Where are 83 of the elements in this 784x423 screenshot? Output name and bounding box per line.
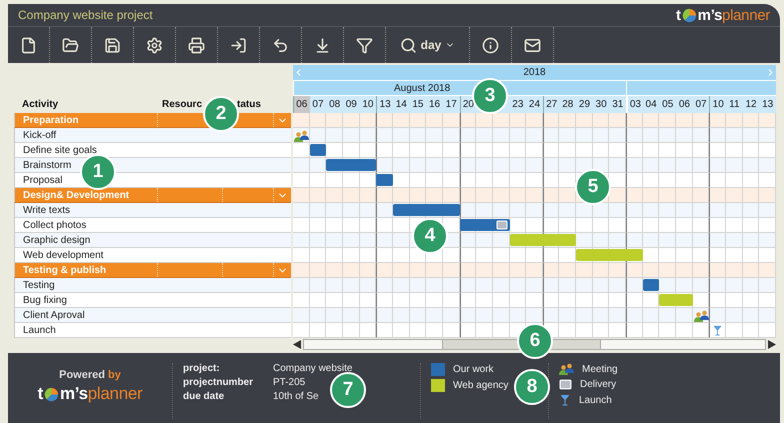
day-header: 29	[576, 96, 593, 113]
day-header: 03	[626, 96, 643, 113]
legend-label: Launch	[579, 394, 612, 406]
powered-by-text: Powered by	[59, 369, 121, 381]
window-title: Company website project	[18, 8, 153, 22]
envelope-icon	[496, 219, 508, 231]
people-icon	[559, 363, 574, 375]
task-name: Launch	[22, 324, 56, 336]
day-header: 16	[426, 96, 443, 113]
day-header: 07	[310, 96, 326, 113]
day-header: 05	[659, 96, 676, 113]
group-name: Testing & publish	[22, 264, 108, 276]
day-header: 12	[742, 96, 760, 113]
day-header: 24	[526, 96, 543, 113]
info-label: due date	[183, 391, 226, 402]
group-row[interactable]: Testing & publish	[14, 263, 291, 278]
info-value: Company website	[273, 363, 352, 374]
enter-icon	[230, 36, 247, 54]
scroll-right-icon[interactable]	[768, 340, 776, 348]
legend-label: Our work	[453, 364, 494, 375]
day-header: 08	[326, 96, 343, 113]
group-name: Design& Development	[22, 190, 130, 200]
day-header: 10	[709, 96, 726, 113]
scroll-left-icon[interactable]	[293, 340, 301, 348]
day-header: 11	[726, 96, 743, 113]
day-header: 10	[360, 96, 376, 113]
printer-icon	[188, 36, 205, 54]
task-name: Client Aproval	[22, 310, 85, 320]
arrow-down-icon	[314, 36, 331, 54]
column-header: Activity	[21, 99, 60, 110]
day-header: 17	[442, 96, 460, 113]
day-header: 14	[392, 96, 410, 113]
group-row[interactable]: Design& Development	[14, 188, 291, 203]
envelope-icon	[559, 378, 572, 391]
legend-label: Delivery	[580, 379, 616, 390]
day-header: 06	[293, 96, 310, 113]
task-bar[interactable]	[460, 219, 510, 231]
task-name: Web development	[22, 250, 104, 260]
day-header: 06	[676, 96, 693, 113]
task-name: Write texts	[22, 204, 70, 216]
day-header: 13	[376, 96, 393, 113]
task-name: Collect photos	[22, 220, 86, 230]
glass-icon	[712, 325, 724, 336]
logo: t m’splanner	[676, 6, 770, 24]
footer-logo: t m’splanner	[38, 384, 142, 404]
undo-icon	[272, 36, 289, 54]
legend-label: Meeting	[582, 364, 618, 374]
day-header: 07	[692, 96, 710, 113]
glass-icon	[559, 394, 571, 406]
day-header: 23	[510, 96, 526, 113]
info-icon	[482, 36, 499, 54]
filter-icon	[356, 36, 373, 54]
column-header: Resourc	[161, 99, 204, 110]
task-name: Proposal	[22, 174, 62, 186]
day-header: 27	[542, 96, 560, 113]
column-header: tatus	[236, 99, 262, 110]
day-header: 28	[559, 96, 576, 113]
info-value: 10th of Se	[273, 391, 319, 402]
task-name: Kick-off	[22, 130, 56, 140]
folder-icon	[62, 36, 79, 54]
day-header: 04	[642, 96, 660, 113]
task-name: Bug fixing	[22, 294, 67, 306]
legend-label: Web agency	[453, 380, 508, 391]
day-header: 15	[410, 96, 426, 113]
envelope-icon	[524, 36, 541, 54]
day-header: 13	[759, 96, 776, 113]
task-name: Testing	[22, 280, 55, 290]
task-name: Define site goals	[22, 144, 97, 156]
search-icon	[400, 36, 417, 54]
task-name: Brainstorm	[22, 160, 72, 170]
group-name: Preparation	[22, 114, 80, 126]
info-label: projectnumber	[183, 377, 254, 388]
info-value: PT-205	[273, 377, 306, 388]
pie-icon	[682, 8, 697, 22]
day-header: 30	[592, 96, 610, 113]
info-label: project:	[183, 363, 221, 374]
document-icon	[20, 36, 37, 54]
gear-icon	[146, 36, 163, 54]
day-header: 09	[342, 96, 360, 113]
task-name: Graphic design	[22, 234, 90, 246]
day-header: 31	[609, 96, 626, 113]
pie-icon	[44, 386, 59, 402]
year-label: 2018	[523, 67, 546, 78]
